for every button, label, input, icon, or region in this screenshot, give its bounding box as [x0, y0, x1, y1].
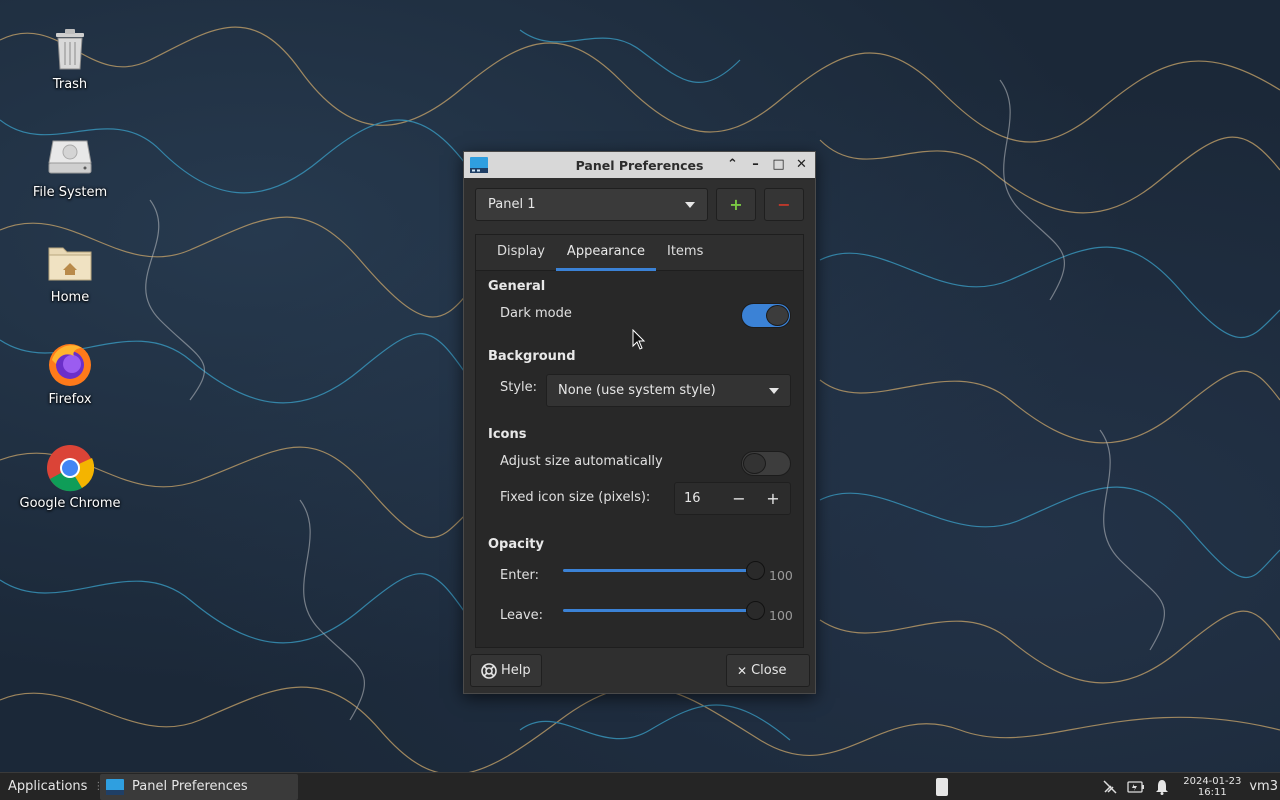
section-general: General	[488, 279, 546, 294]
mouse-cursor-icon	[632, 329, 646, 350]
task-panel-preferences[interactable]: Panel Preferences	[100, 773, 298, 800]
section-opacity: Opacity	[488, 537, 544, 552]
desktop-icon-label: Google Chrome	[19, 496, 121, 511]
network-disconnected-icon[interactable]	[1100, 777, 1120, 797]
style-label: Style:	[500, 380, 538, 395]
adjust-size-label: Adjust size automatically	[500, 454, 663, 469]
desktop-icon-label: Trash	[52, 77, 88, 92]
task-label: Panel Preferences	[132, 779, 248, 794]
tab-items[interactable]: Items	[656, 235, 714, 270]
background-style-select[interactable]: None (use system style)	[546, 374, 791, 407]
icon-size-value[interactable]: 16	[675, 491, 722, 506]
section-background: Background	[488, 349, 576, 364]
background-style-value: None (use system style)	[558, 383, 716, 398]
applications-label: Applications	[8, 779, 88, 794]
section-icons: Icons	[488, 427, 527, 442]
enter-opacity-value: 100	[769, 568, 793, 583]
applications-menu-button[interactable]: Applications ⋮	[0, 779, 103, 795]
shade-button[interactable]: ⌃	[723, 155, 742, 174]
window-body: Panel 1 + − Display Appearance Items Gen…	[464, 178, 815, 693]
panel-app-icon	[106, 778, 124, 795]
panel-select[interactable]: Panel 1	[475, 188, 708, 221]
close-button[interactable]: ✕ Close	[726, 654, 810, 687]
taskbar: Applications ⋮ Panel Preferences 2024-01…	[0, 772, 1280, 800]
desktop-icon-file-system[interactable]: File System	[15, 133, 125, 200]
toggle-knob	[743, 453, 766, 474]
leave-label: Leave:	[500, 608, 544, 623]
help-button-label: Help	[501, 663, 531, 678]
home-folder-icon	[46, 238, 94, 286]
increment-button[interactable]: +	[756, 483, 790, 514]
battery-icon[interactable]	[1126, 777, 1146, 797]
tab-bar: Display Appearance Items	[476, 235, 803, 271]
close-icon: ✕	[737, 663, 748, 678]
slider-track	[563, 569, 760, 572]
close-button-label: Close	[751, 663, 787, 678]
help-button[interactable]: Help	[470, 654, 542, 687]
decrement-button[interactable]: −	[722, 483, 756, 514]
desktop-icon-label: Home	[50, 290, 90, 305]
toggle-knob	[766, 305, 789, 326]
trash-icon	[46, 25, 94, 73]
slider-thumb[interactable]	[746, 561, 765, 580]
dark-mode-label: Dark mode	[500, 306, 572, 321]
drive-icon	[46, 133, 94, 181]
remove-panel-button[interactable]: −	[764, 188, 804, 221]
panel-preferences-window: Panel Preferences ⌃ – □ ✕ Panel 1 + − Di…	[463, 151, 816, 694]
add-panel-button[interactable]: +	[716, 188, 756, 221]
fixed-icon-size-label: Fixed icon size (pixels):	[500, 490, 651, 505]
window-titlebar[interactable]: Panel Preferences ⌃ – □ ✕	[464, 152, 815, 178]
chrome-icon	[46, 444, 94, 492]
desktop-icon-trash[interactable]: Trash	[15, 25, 125, 92]
desktop-icon-chrome[interactable]: Google Chrome	[15, 444, 125, 511]
tab-appearance[interactable]: Appearance	[555, 235, 657, 271]
clock-date: 2024-01-23	[1183, 775, 1242, 787]
slider-thumb[interactable]	[746, 601, 765, 620]
icon-size-spinner[interactable]: 16 − +	[674, 482, 791, 515]
clock-time: 16:11	[1197, 786, 1227, 798]
chevron-down-icon	[685, 201, 695, 208]
desktop-icon-label: File System	[32, 185, 108, 200]
tab-display[interactable]: Display	[486, 235, 556, 270]
enter-opacity-slider[interactable]	[563, 561, 765, 580]
enter-label: Enter:	[500, 568, 540, 583]
desktop-icon-home[interactable]: Home	[15, 238, 125, 305]
notification-bell-icon[interactable]	[1152, 777, 1172, 797]
minimize-button[interactable]: –	[746, 155, 765, 174]
slider-track	[563, 609, 760, 612]
clock[interactable]: 2024-01-23 16:11	[1183, 776, 1241, 798]
user-label[interactable]: vm3	[1249, 779, 1280, 794]
chevron-down-icon	[769, 387, 779, 394]
close-window-button[interactable]: ✕	[792, 155, 811, 174]
help-icon	[481, 662, 497, 679]
desktop-icon-label: Firefox	[48, 392, 92, 407]
maximize-button[interactable]: □	[769, 155, 788, 174]
firefox-icon	[46, 340, 94, 388]
dark-mode-toggle[interactable]	[741, 303, 791, 328]
adjust-size-toggle[interactable]	[741, 451, 791, 476]
preferences-notebook: Display Appearance Items General Dark mo…	[475, 234, 804, 648]
panel-select-value: Panel 1	[488, 197, 536, 212]
appearance-page: General Dark mode Background Style: None…	[476, 271, 803, 647]
workspace-switcher[interactable]	[936, 778, 948, 796]
leave-opacity-slider[interactable]	[563, 601, 765, 620]
desktop-icon-firefox[interactable]: Firefox	[15, 340, 125, 407]
leave-opacity-value: 100	[769, 608, 793, 623]
